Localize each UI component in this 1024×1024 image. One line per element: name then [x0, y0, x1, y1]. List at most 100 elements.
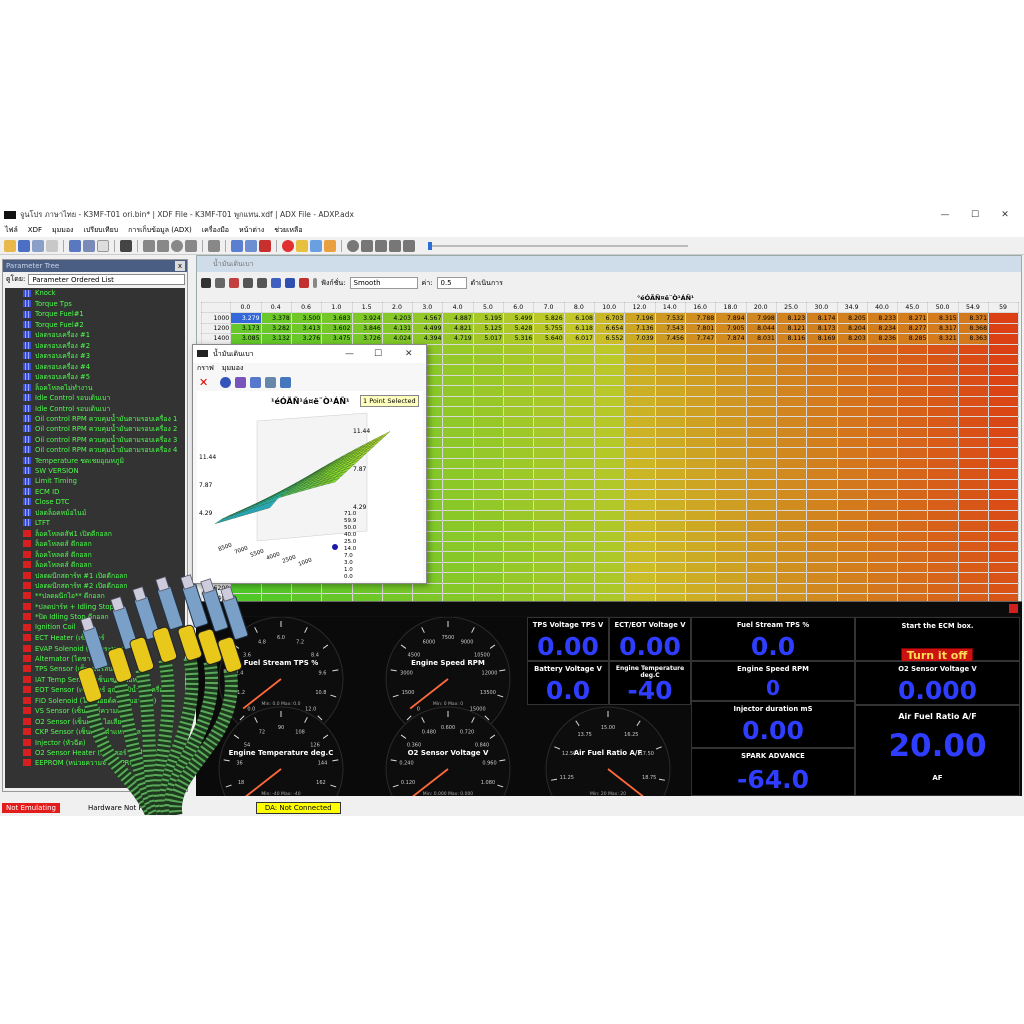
- parameter-item[interactable]: ECM ID: [5, 486, 185, 496]
- table-cell[interactable]: [654, 468, 686, 480]
- table-cell[interactable]: [684, 520, 717, 532]
- table-cell[interactable]: 7.543: [654, 322, 686, 335]
- menu-file[interactable]: ไฟล์: [5, 225, 18, 236]
- table-cell[interactable]: 3.173: [230, 322, 262, 335]
- table-cell[interactable]: [775, 499, 808, 511]
- table-cell[interactable]: [503, 426, 535, 439]
- table-cell[interactable]: [957, 509, 990, 522]
- circle-icon[interactable]: [171, 239, 183, 252]
- table-cell[interactable]: [836, 478, 868, 491]
- table-cell[interactable]: [503, 405, 535, 418]
- table-cell[interactable]: [775, 405, 808, 418]
- table-cell[interactable]: 5.755: [533, 322, 565, 335]
- table-cell[interactable]: 8.315: [927, 312, 959, 324]
- value-input[interactable]: 0.5: [436, 277, 467, 289]
- copy-icon[interactable]: [215, 278, 225, 288]
- table-cell[interactable]: 3.924: [351, 312, 383, 324]
- table-cell[interactable]: [866, 509, 899, 522]
- table-cell[interactable]: [715, 447, 747, 459]
- table-cell[interactable]: [775, 509, 808, 522]
- table-cell[interactable]: [593, 353, 626, 366]
- table-cell[interactable]: [866, 468, 899, 480]
- table-cell[interactable]: [866, 385, 899, 397]
- table-cell[interactable]: [745, 530, 777, 543]
- table-cell[interactable]: 6.017: [563, 333, 596, 345]
- table-cell[interactable]: [715, 499, 747, 511]
- pause-icon[interactable]: [389, 239, 401, 252]
- table-cell[interactable]: [472, 509, 505, 522]
- table-cell[interactable]: 4.887: [442, 312, 474, 324]
- table-cell[interactable]: [593, 468, 626, 480]
- table-cell[interactable]: [775, 437, 808, 449]
- table-cell[interactable]: [533, 520, 565, 532]
- table-cell[interactable]: [472, 343, 505, 355]
- parameter-item[interactable]: ล็อคโหลดสัฟ1 เปิดดีกอลก: [5, 528, 185, 538]
- table-cell[interactable]: [533, 447, 565, 459]
- table-cell[interactable]: [927, 416, 959, 428]
- table-cell[interactable]: [836, 540, 868, 553]
- table-cell[interactable]: [715, 561, 747, 574]
- table-cell[interactable]: [563, 478, 596, 491]
- table-cell[interactable]: [654, 437, 686, 449]
- table-cell[interactable]: [503, 468, 535, 480]
- table-cell[interactable]: [684, 416, 717, 428]
- table-cell[interactable]: [442, 385, 474, 397]
- table-cell[interactable]: [563, 561, 596, 574]
- table-cell[interactable]: 7.874: [715, 333, 747, 345]
- table-cell[interactable]: [745, 509, 777, 522]
- table-cell[interactable]: [593, 489, 626, 501]
- table-cell[interactable]: [563, 572, 596, 584]
- table-cell[interactable]: [684, 509, 717, 522]
- table-cell[interactable]: 8.233: [866, 312, 899, 324]
- table-cell[interactable]: [957, 551, 990, 563]
- table-cell[interactable]: [503, 395, 535, 407]
- table-cell[interactable]: [503, 489, 535, 501]
- play-icon[interactable]: [361, 239, 373, 252]
- table-cell[interactable]: [593, 374, 626, 387]
- table-cell[interactable]: [442, 582, 474, 594]
- table-cell[interactable]: [654, 385, 686, 397]
- table-cell[interactable]: [533, 561, 565, 574]
- table-cell[interactable]: [806, 395, 838, 407]
- table-cell[interactable]: [897, 478, 929, 491]
- table-cell[interactable]: [624, 343, 656, 355]
- table-cell[interactable]: 5.640: [533, 333, 565, 345]
- table-cell[interactable]: [684, 499, 717, 511]
- table-cell[interactable]: [866, 489, 899, 501]
- table-cell[interactable]: 8.363: [957, 333, 990, 345]
- table-cell[interactable]: [472, 468, 505, 480]
- parameter-item[interactable]: Torque Tps: [5, 298, 185, 308]
- table-cell[interactable]: [775, 426, 808, 439]
- table-cell[interactable]: [563, 416, 596, 428]
- parameter-item[interactable]: Temperature ชดเชยอุณหภูมิ: [5, 455, 185, 465]
- table-cell[interactable]: [533, 364, 565, 376]
- table-cell[interactable]: [957, 561, 990, 574]
- table-cell[interactable]: 6.552: [593, 333, 626, 345]
- table-cell[interactable]: [927, 343, 959, 355]
- table-cell[interactable]: [836, 520, 868, 532]
- menu-xdf[interactable]: XDF: [28, 226, 42, 234]
- table-cell[interactable]: 4.394: [412, 333, 444, 345]
- menu-tools[interactable]: เครื่องมือ: [202, 225, 229, 236]
- record-icon[interactable]: [282, 239, 294, 252]
- table-cell[interactable]: 7.894: [715, 312, 747, 324]
- table-cell[interactable]: [472, 561, 505, 574]
- table-cell[interactable]: [442, 478, 474, 491]
- table-cell[interactable]: [745, 343, 777, 355]
- table-cell[interactable]: [866, 343, 899, 355]
- table-cell[interactable]: [927, 561, 959, 574]
- table-cell[interactable]: [533, 468, 565, 480]
- save-all-icon[interactable]: [32, 239, 44, 252]
- graph-menu-item[interactable]: มุมมอง: [222, 363, 243, 374]
- table-cell[interactable]: [503, 572, 535, 584]
- table-cell[interactable]: [866, 447, 899, 459]
- view-by-select[interactable]: Parameter Ordered List: [28, 273, 185, 285]
- maximize-button[interactable]: ☐: [374, 345, 382, 363]
- table-cell[interactable]: [533, 499, 565, 511]
- table-cell[interactable]: 4.567: [412, 312, 444, 324]
- table-cell[interactable]: [745, 447, 777, 459]
- table-cell[interactable]: [472, 374, 505, 387]
- table-cell[interactable]: [654, 447, 686, 459]
- table-cell[interactable]: [836, 374, 868, 387]
- arrow-up-icon[interactable]: [143, 239, 155, 252]
